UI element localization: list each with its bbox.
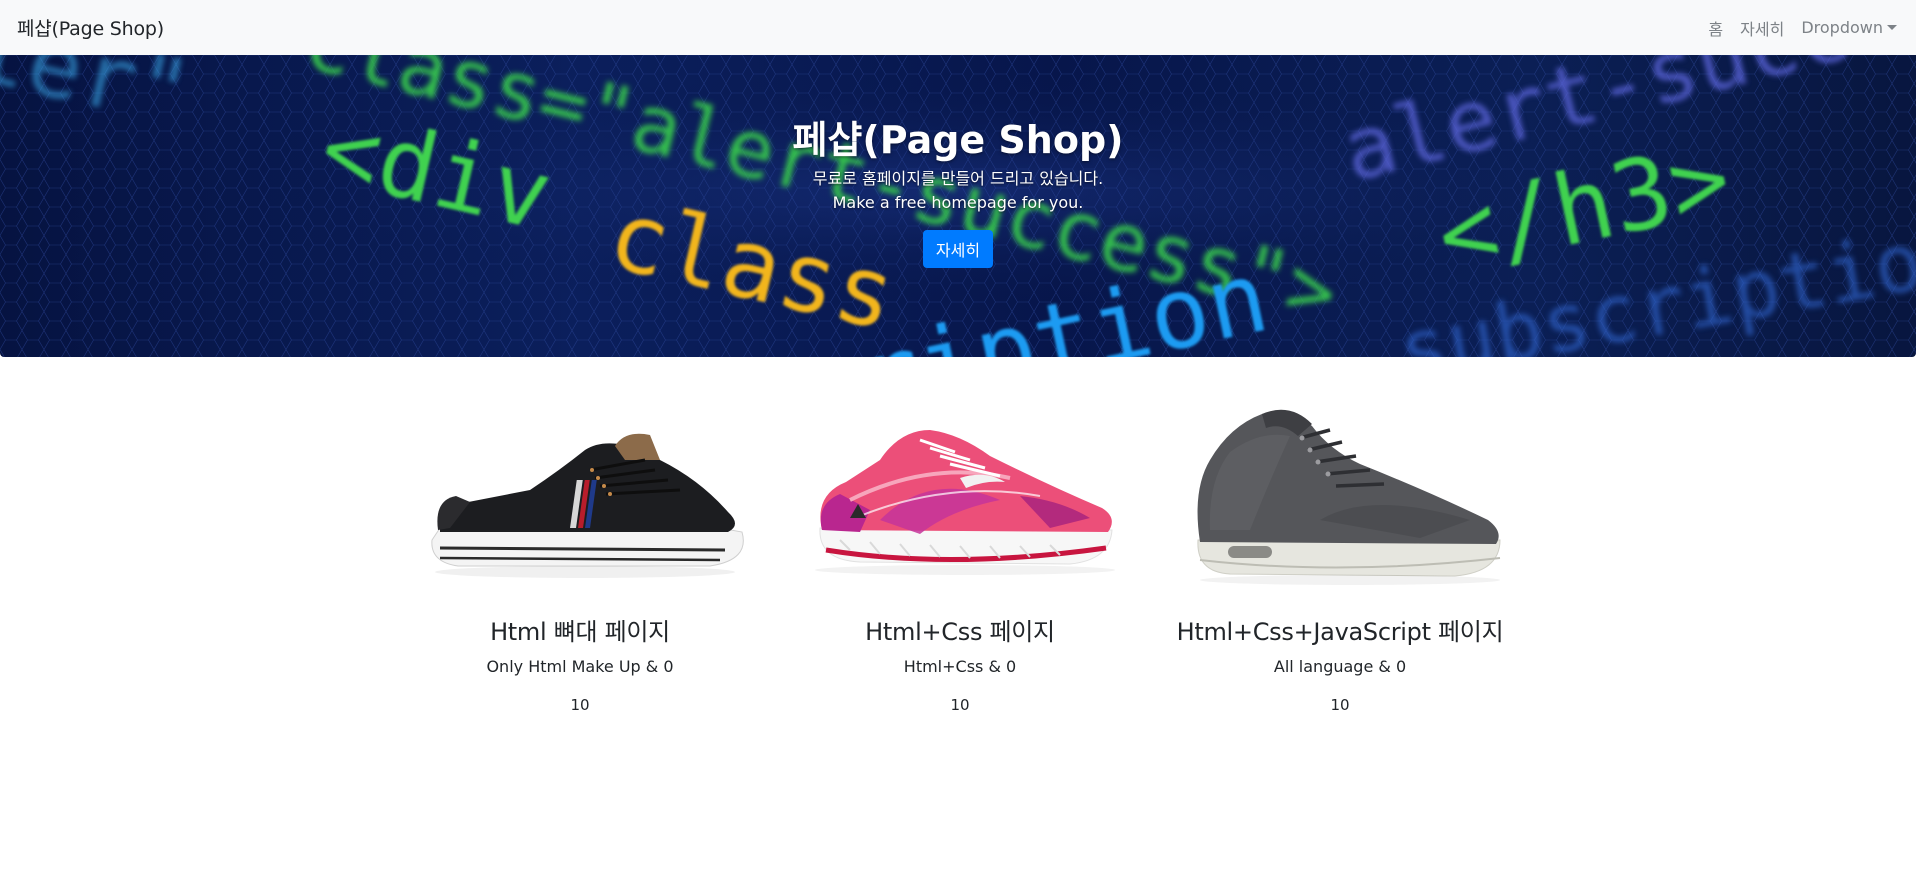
product-list: Html 뼈대 페이지 Only Html Make Up & 0 10 Htm… <box>390 400 1530 730</box>
hero-subtitle-korean: 무료로 홈페이지를 만들어 드리고 있습니다. <box>812 168 1104 188</box>
navbar: 페샵(Page Shop) 홈 자세히 Dropdown <box>0 0 1916 55</box>
product-price: 10 <box>1330 696 1350 714</box>
black-sneaker-image[interactable] <box>410 400 750 590</box>
product-price: 10 <box>570 696 590 714</box>
nav-dropdown-label: Dropdown <box>1801 18 1883 37</box>
product-description: Only Html Make Up & 0 <box>486 657 674 676</box>
product-description: Html+Css & 0 <box>903 657 1017 676</box>
product-description: All language & 0 <box>1273 657 1407 676</box>
hero-title: 페샵(Page Shop) <box>792 118 1124 162</box>
navbar-brand[interactable]: 페샵(Page Shop) <box>17 14 164 41</box>
product-price: 10 <box>950 696 970 714</box>
product-title: Html+Css+JavaScript 페이지 <box>1176 618 1504 646</box>
caret-down-icon <box>1887 25 1897 30</box>
product-card: Html+Css 페이지 Html+Css & 0 10 <box>770 400 1150 730</box>
product-title: Html 뼈대 페이지 <box>490 618 670 646</box>
hero-subtitle-english: Make a free homepage for you. <box>832 192 1084 212</box>
pink-running-shoe-image[interactable] <box>790 400 1130 590</box>
nav-links: 홈 자세히 Dropdown <box>1691 16 1897 40</box>
hero-content: 페샵(Page Shop) 무료로 홈페이지를 만들어 드리고 있습니다. Ma… <box>0 55 1916 357</box>
product-card: Html 뼈대 페이지 Only Html Make Up & 0 10 <box>390 400 770 730</box>
hero-jumbotron: <div class="alert-success"> <div class t… <box>0 55 1916 357</box>
nav-link-details[interactable]: 자세히 <box>1740 16 1784 40</box>
product-title: Html+Css 페이지 <box>865 618 1055 646</box>
nav-link-home[interactable]: 홈 <box>1708 16 1723 40</box>
grey-high-top-sneaker-image[interactable] <box>1170 400 1510 590</box>
details-button[interactable]: 자세히 <box>922 229 994 268</box>
nav-dropdown[interactable]: Dropdown <box>1801 18 1897 37</box>
product-card: Html+Css+JavaScript 페이지 All language & 0… <box>1150 400 1530 730</box>
